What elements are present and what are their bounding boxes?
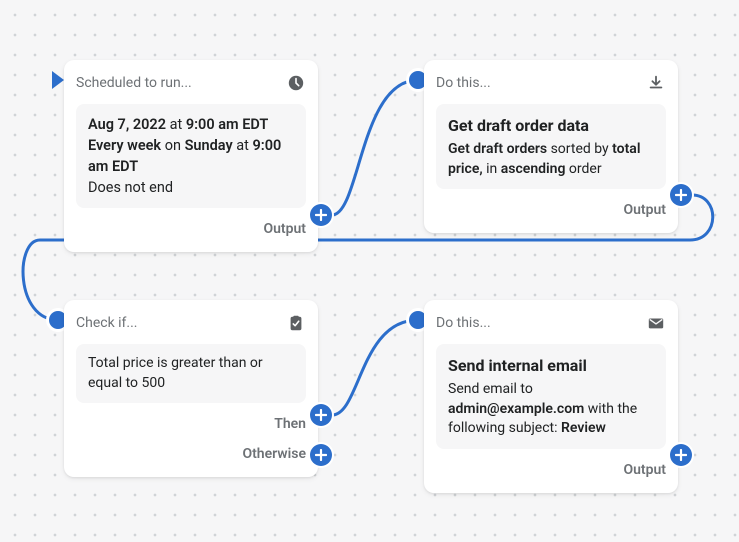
condition-content: Total price is greater than or equal to … <box>76 344 306 403</box>
otherwise-label: Otherwise <box>242 446 306 462</box>
action1-output-add[interactable] <box>670 184 692 206</box>
action2-content: Send internal email Send email to admin@… <box>436 344 666 449</box>
action1-card[interactable]: Do this... Get draft order data Get draf… <box>424 60 678 233</box>
action1-header: Do this... <box>436 75 491 91</box>
condition-otherwise-add[interactable] <box>310 444 332 466</box>
condition-header: Check if... <box>76 315 138 331</box>
output-label: Output <box>623 462 666 478</box>
action2-header: Do this... <box>436 315 491 331</box>
action2-card[interactable]: Do this... Send internal email Send emai… <box>424 300 678 493</box>
trigger-header: Scheduled to run... <box>76 75 192 91</box>
then-label: Then <box>274 416 306 432</box>
action1-content: Get draft order data Get draft orders so… <box>436 104 666 189</box>
action2-output-add[interactable] <box>670 444 692 466</box>
condition-card[interactable]: Check if... Total price is greater than … <box>64 300 318 477</box>
email-icon <box>646 313 666 333</box>
trigger-content: Aug 7, 2022 at 9:00 am EDT Every week on… <box>76 104 306 208</box>
clock-icon <box>286 73 306 93</box>
output-label: Output <box>623 202 666 218</box>
trigger-card[interactable]: Scheduled to run... Aug 7, 2022 at 9:00 … <box>64 60 318 252</box>
checklist-icon <box>286 313 306 333</box>
condition-then-add[interactable] <box>310 404 332 426</box>
trigger-output-add[interactable] <box>310 204 332 226</box>
output-label: Output <box>263 221 306 237</box>
download-icon <box>646 73 666 93</box>
